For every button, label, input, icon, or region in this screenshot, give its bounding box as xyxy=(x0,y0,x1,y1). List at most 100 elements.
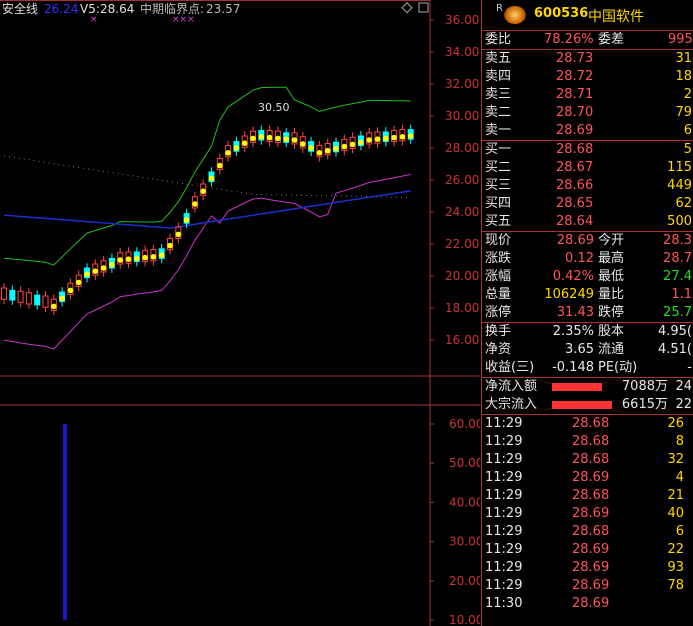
v5-dot xyxy=(175,231,182,238)
tick-volume: 26 xyxy=(667,416,684,431)
candle-body xyxy=(1,287,7,300)
tick-time: 11:29 xyxy=(485,542,523,557)
tick-row[interactable]: 11:29 28.68 32 xyxy=(482,451,693,469)
v5-dot xyxy=(217,162,223,169)
volume-tick-label: 30.00 xyxy=(449,535,480,549)
stat-row: 现价 28.69 今开 28.3 xyxy=(482,232,693,250)
tick-row[interactable]: 11:29 28.69 78 xyxy=(482,577,693,595)
flow-value: 6615万 xyxy=(621,397,668,412)
sell-level: 卖二 28.70 79 xyxy=(482,104,693,122)
price-tick-label: 20.00 xyxy=(445,269,479,283)
kline-svg[interactable]: 安全线 26.24 V5: 28.64 中期临界点: 23.57× ××× 36.0034.0… xyxy=(0,0,480,626)
price-tick-label: 24.00 xyxy=(445,205,479,219)
level-price: 28.69 xyxy=(556,123,594,138)
weicha-label: 委差 xyxy=(598,32,625,47)
weibi-label: 委比 xyxy=(485,32,512,47)
level-label: 卖一 xyxy=(485,123,512,138)
volume-tick-label: 60.00 xyxy=(449,417,480,431)
price-tick-label: 26.00 xyxy=(445,173,479,187)
quote-panel: R 600536 中国软件 委比 78.26% 委差 995 卖五 28.73 31… xyxy=(481,0,693,626)
tick-row[interactable]: 11:29 28.69 22 xyxy=(482,541,693,559)
fund-row: 收益(三) -0.148 PE(动) - xyxy=(482,359,693,377)
v5-dot xyxy=(374,136,381,142)
stat-label: 涨跌 xyxy=(485,251,512,266)
v5-dot xyxy=(349,141,356,148)
indicator3-label: 中期临界点: xyxy=(140,1,204,16)
fund-value: -0.148 xyxy=(552,360,594,375)
stat-label: 涨停 xyxy=(485,305,512,320)
buy-level: 买三 28.66 449 xyxy=(482,177,693,195)
kline-chart[interactable]: 安全线 26.24 V5: 28.64 中期临界点: 23.57 × ××× 36.00 34.0… xyxy=(0,0,480,626)
tick-price: 28.68 xyxy=(572,488,610,503)
volume-tick-label: 10.00 xyxy=(449,613,480,626)
v5-dot xyxy=(59,295,65,302)
v5-dot xyxy=(333,145,339,152)
stock-code[interactable]: 600536 xyxy=(534,6,588,21)
stat-label: 现价 xyxy=(485,233,512,248)
diamond-icon xyxy=(401,2,413,14)
tick-row[interactable]: 11:29 28.68 26 xyxy=(482,415,693,433)
tick-row[interactable]: 11:29 28.68 8 xyxy=(482,433,693,451)
level-price: 28.67 xyxy=(556,160,594,175)
buy-level: 买一 28.68 5 xyxy=(482,141,693,159)
v5-dot xyxy=(208,175,215,182)
tick-volume: 8 xyxy=(675,434,684,449)
stat-row: 涨幅 0.42% 最低 27.4 xyxy=(482,268,693,286)
sell-level: 卖四 28.72 18 xyxy=(482,68,693,86)
stat-value: 27.4 xyxy=(663,269,692,284)
tick-price: 28.69 xyxy=(572,470,610,485)
flow-extra: 24 xyxy=(675,379,692,394)
tick-row[interactable]: 11:30 28.69 xyxy=(482,595,693,613)
v5-dot xyxy=(383,135,389,142)
indicator1-label: 安全线 xyxy=(2,1,38,16)
v5-dot xyxy=(366,137,373,143)
fundamental-block: 换手 2.35% 股本 4.95(净资 3.65 流通 4.51(收益(三) -0.148 PE… xyxy=(482,322,693,377)
level-volume: 79 xyxy=(675,105,692,120)
stat-value: 1.1 xyxy=(671,287,692,302)
level-price: 28.72 xyxy=(556,69,594,84)
stock-name[interactable]: 中国软件 xyxy=(588,6,644,26)
sell-level: 卖一 28.69 6 xyxy=(482,122,693,140)
tick-price: 28.69 xyxy=(572,560,610,575)
indicator2-label: V5: xyxy=(80,2,100,16)
level-price: 28.65 xyxy=(556,196,594,211)
v5-dot xyxy=(150,253,157,260)
stat-label: 最低 xyxy=(598,269,625,284)
tick-volume: 78 xyxy=(667,578,684,593)
tick-row[interactable]: 11:29 28.69 4 xyxy=(482,469,693,487)
level-label: 卖四 xyxy=(485,69,512,84)
tick-row[interactable]: 11:29 28.69 40 xyxy=(482,505,693,523)
stat-value: 0.42% xyxy=(552,269,594,284)
candle-body xyxy=(9,289,16,301)
tick-price: 28.69 xyxy=(572,578,610,593)
tick-time: 11:29 xyxy=(485,416,523,431)
stat-value: 28.3 xyxy=(663,233,692,248)
tick-row[interactable]: 11:29 28.68 6 xyxy=(482,523,693,541)
tick-volume: 4 xyxy=(675,470,684,485)
tick-list[interactable]: 11:29 28.68 26 11:29 28.68 8 11:29 28.68 32 11:29… xyxy=(482,414,693,613)
stat-value: 106249 xyxy=(544,287,594,302)
stat-value: 25.7 xyxy=(663,305,692,320)
tick-row[interactable]: 11:29 28.68 21 xyxy=(482,487,693,505)
sell-book: 卖五 28.73 31 卖四 28.72 18 卖三 28.71 2 卖二 28.70 79 卖一 28.… xyxy=(482,49,693,140)
buy-level: 买二 28.67 115 xyxy=(482,159,693,177)
price-tick-label: 22.00 xyxy=(445,237,479,251)
tick-time: 11:29 xyxy=(485,470,523,485)
v5-dot xyxy=(391,134,397,141)
tick-time: 11:29 xyxy=(485,452,523,467)
sell-level: 卖五 28.73 31 xyxy=(482,50,693,68)
v5-dot xyxy=(125,256,132,263)
flow-bar xyxy=(552,401,612,409)
tick-volume: 21 xyxy=(667,488,684,503)
price-tick-label: 18.00 xyxy=(445,301,479,315)
level-volume: 18 xyxy=(675,69,692,84)
flow-extra: 22 xyxy=(675,397,692,412)
level-volume: 500 xyxy=(667,214,692,229)
v5-dot xyxy=(75,279,82,286)
tick-price: 28.68 xyxy=(572,416,610,431)
candle-body xyxy=(42,295,49,308)
level-label: 买三 xyxy=(485,178,512,193)
price-tick-label: 34.00 xyxy=(445,45,479,59)
level-price: 28.64 xyxy=(556,214,594,229)
tick-row[interactable]: 11:29 28.69 93 xyxy=(482,559,693,577)
